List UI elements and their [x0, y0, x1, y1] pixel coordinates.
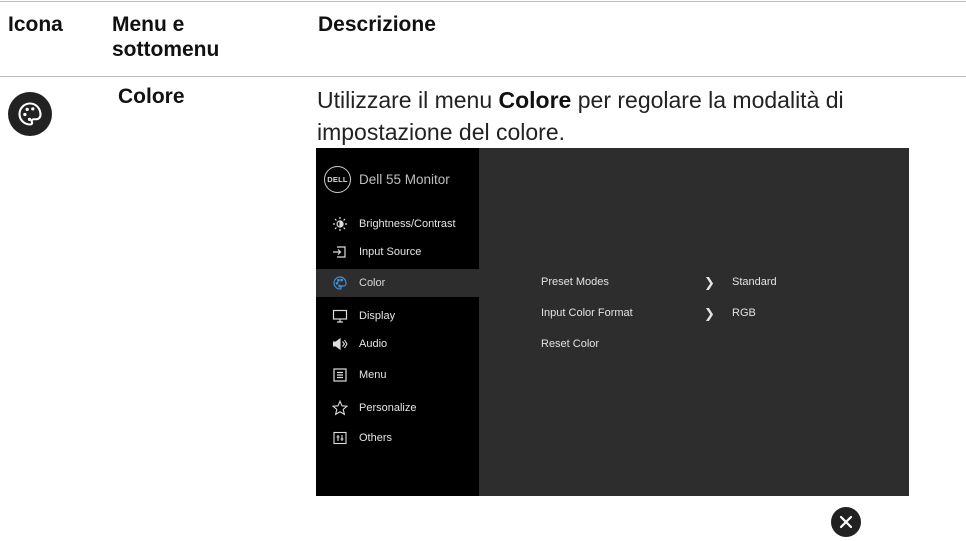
osd-menu-item-input-source[interactable]: Input Source — [316, 238, 479, 266]
display-icon — [331, 307, 349, 325]
option-reset-color[interactable]: Reset Color — [541, 338, 599, 350]
osd-menu-label: Color — [359, 277, 386, 289]
osd-title: Dell 55 Monitor — [359, 172, 450, 187]
option-preset-modes[interactable]: Preset Modes — [541, 276, 609, 288]
osd-menu-label: Audio — [359, 338, 388, 350]
osd-sidebar: DELL Dell 55 Monitor Brightness/Contrast… — [316, 148, 479, 496]
header-description: Descrizione — [318, 13, 436, 36]
osd-menu-item-brightness[interactable]: Brightness/Contrast — [316, 210, 479, 238]
chevron-right-icon: ❯ — [704, 306, 715, 321]
osd-menu-item-personalize[interactable]: Personalize — [316, 394, 479, 422]
dell-logo: DELL — [324, 166, 351, 193]
osd-screenshot: DELL Dell 55 Monitor Brightness/Contrast… — [316, 148, 909, 496]
menu-icon — [331, 366, 349, 384]
osd-menu-label: Menu — [359, 369, 387, 381]
osd-brand: DELL Dell 55 Monitor — [324, 166, 450, 193]
star-icon — [331, 399, 349, 417]
description-text: Utilizzare il menu Colore per regolare l… — [317, 87, 844, 145]
others-icon — [331, 429, 349, 447]
input-source-icon — [331, 243, 349, 261]
palette-icon — [331, 274, 349, 292]
header-bottom-rule — [0, 76, 966, 77]
brightness-icon — [331, 215, 349, 233]
option-input-color-format-value: RGB — [732, 307, 756, 319]
osd-menu-item-display[interactable]: Display — [316, 302, 479, 330]
osd-menu-label: Others — [359, 432, 393, 444]
table-top-rule — [0, 1, 966, 2]
osd-menu-label: Input Source — [359, 246, 422, 258]
osd-menu-item-color[interactable]: Color — [316, 269, 479, 297]
osd-menu-item-others[interactable]: Others — [316, 424, 479, 452]
osd-menu-label: Display — [359, 310, 396, 322]
palette-icon — [8, 92, 52, 136]
speaker-icon — [331, 335, 349, 353]
header-icon: Icona — [8, 13, 63, 36]
osd-menu-item-audio[interactable]: Audio — [316, 330, 479, 358]
osd-menu-label: Personalize — [359, 402, 417, 414]
chevron-right-icon: ❯ — [704, 275, 715, 290]
header-menu: Menu e sottomenu — [112, 13, 220, 61]
close-icon[interactable] — [831, 507, 861, 537]
osd-menu-item-menu[interactable]: Menu — [316, 361, 479, 389]
menu-name: Colore — [118, 85, 185, 108]
option-input-color-format[interactable]: Input Color Format — [541, 307, 633, 319]
osd-menu-label: Brightness/Contrast — [359, 218, 456, 230]
option-preset-modes-value: Standard — [732, 276, 777, 288]
